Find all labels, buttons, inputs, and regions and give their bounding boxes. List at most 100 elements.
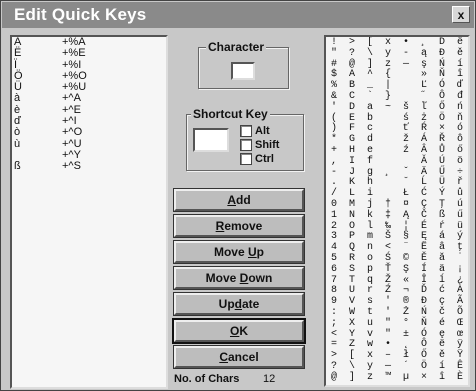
character-map-cell[interactable]: × — [417, 372, 431, 384]
update-button[interactable]: Up d ate — [173, 292, 305, 316]
character-map-cell[interactable]: é — [435, 318, 449, 330]
character-map-cell[interactable] — [399, 81, 413, 92]
character-map-cell[interactable]: µ — [399, 372, 413, 384]
character-map-cell[interactable]: ä — [435, 264, 449, 276]
character-map-cell[interactable]: ß — [435, 210, 449, 222]
alt-checkbox-box[interactable] — [240, 125, 252, 137]
quick-key-row[interactable]: Ä +%A — [12, 37, 166, 48]
character-map-cell[interactable]: Ş — [399, 264, 413, 276]
character-map-cell[interactable]: p — [363, 264, 377, 276]
move-up-button[interactable]: Move Up — [173, 240, 305, 264]
character-map-cell[interactable]: ű — [453, 210, 467, 222]
character-map-cell[interactable]: I — [345, 156, 359, 168]
character-map-cell[interactable] — [381, 135, 395, 146]
quick-key-row[interactable]: è +^E — [12, 104, 166, 116]
character-map-cell[interactable]: Č — [417, 210, 431, 222]
character-map-cell[interactable] — [381, 146, 395, 157]
character-map-cell[interactable]: @ — [327, 372, 341, 384]
quick-key-row[interactable]: à +^A — [12, 93, 166, 105]
character-map-cell[interactable]: ¡ — [453, 264, 467, 276]
character-map-cell[interactable]: ™ — [381, 372, 395, 384]
quick-key-row[interactable]: Ö +%O — [12, 70, 166, 82]
character-map-cell[interactable]: ľ — [417, 102, 431, 114]
quick-key-row[interactable]: ď +^I — [12, 115, 166, 127]
window-title: Edit Quick Keys — [14, 5, 147, 24]
character-map-cell[interactable]: D — [345, 102, 359, 114]
title-bar[interactable]: Edit Quick Keys x — [2, 2, 474, 28]
character-map-cell[interactable] — [399, 70, 413, 81]
shift-checkbox[interactable]: Shift — [240, 139, 279, 151]
character-map-cell[interactable]: ¸ — [381, 167, 395, 179]
character-map-cell[interactable]: ń — [453, 102, 467, 114]
ctrl-checkbox-box[interactable] — [240, 153, 252, 165]
quick-key-row[interactable]: ù +^U — [12, 138, 166, 150]
character-map-cell[interactable]: u — [363, 318, 377, 330]
quick-key-row[interactable]: ß +^S — [12, 160, 166, 172]
character-map-cell[interactable]: ? — [345, 48, 359, 60]
character-map-cell[interactable]: ą — [417, 48, 431, 60]
character-map-cell[interactable]: 6 — [327, 264, 341, 276]
character-map-cell[interactable] — [381, 157, 395, 168]
quick-keys-list[interactable]: Ä +%A Ë +%E Ï +%I Ö +%O Ü +%U à +^A è +^E ď +^I ò +^O ù +^U… — [10, 35, 168, 389]
character-map-cell[interactable]: Ą — [399, 210, 413, 222]
character-map-cell[interactable]: - — [399, 48, 413, 60]
character-map-cell[interactable]: ö — [453, 156, 467, 168]
character-map-cell[interactable]: Ă — [417, 156, 431, 168]
add-button[interactable]: Add — [173, 188, 305, 212]
shift-checkbox-box[interactable] — [240, 139, 252, 151]
character-map-grid[interactable]: ! " # $% & '() * +, -./0 1 2 3 4 5 6 7 8 9:; < = >? @ >? @ A B C D E… — [324, 35, 470, 387]
character-map-cell[interactable]: Ú — [435, 156, 449, 168]
character-map-cell[interactable]: ° — [399, 318, 413, 330]
character-map-cell[interactable]: \ — [363, 48, 377, 60]
character-map-cell[interactable]: ‡ — [381, 210, 395, 222]
character-map-cell[interactable]: — — [399, 59, 413, 71]
character-map-cell[interactable]: Đ — [435, 48, 449, 60]
quick-key-row[interactable]: Ë +%E — [12, 47, 166, 59]
character-map-cell[interactable]: Ő — [435, 102, 449, 114]
close-icon[interactable]: x — [452, 6, 470, 23]
character-map-cell[interactable]: Ň — [417, 318, 431, 330]
cancel-button[interactable]: Cancel — [173, 345, 305, 369]
ctrl-checkbox-label: Ctrl — [255, 153, 274, 165]
character-field[interactable] — [231, 62, 255, 80]
character-map-cell[interactable]: y — [381, 48, 395, 60]
quick-key-row[interactable]: Ï +%I — [12, 59, 166, 71]
character-map-cell[interactable]: 1 — [327, 210, 341, 222]
character-map-cell[interactable]: S — [345, 264, 359, 276]
character-map-cell[interactable]: f — [363, 156, 377, 168]
character-map-cell[interactable]: ; — [327, 318, 341, 330]
character-map-cell[interactable]: Í — [417, 264, 431, 276]
quick-key-row[interactable]: ò +^O — [12, 127, 166, 139]
character-map-cell[interactable]: ě — [453, 48, 467, 60]
quick-key-row[interactable]: Ü +%U — [12, 81, 166, 93]
move-down-button[interactable]: Move Down — [173, 266, 305, 290]
character-map-cell[interactable]: š — [399, 102, 413, 114]
character-map-cell[interactable]: È — [453, 372, 467, 384]
character-map-cell[interactable] — [381, 114, 395, 125]
character-map-cell[interactable]: ' — [327, 102, 341, 114]
character-map-cell[interactable]: î — [435, 372, 449, 384]
character-map-cell[interactable]: Ť — [381, 264, 395, 276]
character-map-cell[interactable] — [381, 124, 395, 135]
character-map-cell[interactable]: , — [327, 156, 341, 168]
shortcut-key-field[interactable] — [193, 128, 229, 152]
character-map-cell[interactable]: ~ — [381, 102, 395, 114]
character-map-cell[interactable]: k — [363, 210, 377, 222]
character-map-cell[interactable] — [399, 157, 413, 168]
ctrl-checkbox[interactable]: Ctrl — [240, 153, 274, 165]
character-map-cell[interactable]: Œ — [453, 318, 467, 330]
ok-button[interactable]: OK — [172, 318, 306, 344]
character-map-cell[interactable]: N — [345, 210, 359, 222]
character-map-cell[interactable]: ź — [399, 145, 413, 157]
remove-button[interactable]: Remove — [173, 214, 305, 238]
character-map-cell[interactable]: " — [327, 48, 341, 60]
alt-checkbox[interactable]: Alt — [240, 125, 270, 137]
character-map-cell[interactable]: " — [381, 318, 395, 330]
character-map-cell[interactable]: z — [363, 372, 377, 384]
character-map-cell[interactable]: X — [345, 318, 359, 330]
quick-key-row[interactable]: +^Y — [12, 149, 166, 161]
character-map-cell[interactable]: a — [363, 102, 377, 114]
shortcut-key-group: Shortcut Key Alt Shift Ctrl — [186, 107, 304, 171]
character-map-cell[interactable] — [381, 178, 395, 189]
character-map-cell[interactable]: ] — [345, 372, 359, 384]
